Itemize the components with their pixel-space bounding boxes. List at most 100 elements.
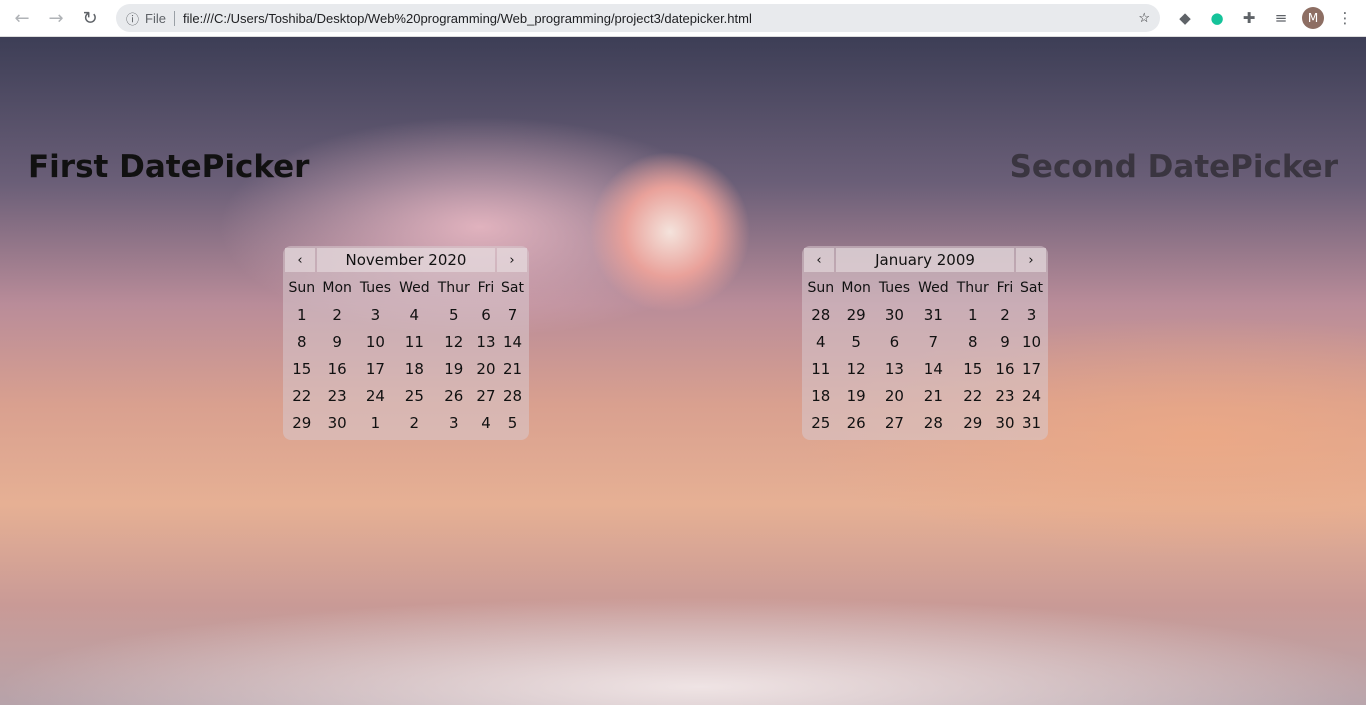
day-cell[interactable]: 12 — [838, 355, 875, 382]
day-cell[interactable]: 2 — [993, 301, 1017, 328]
url-text[interactable]: file:///C:/Users/Toshiba/Desktop/Web%20p… — [183, 11, 1138, 26]
dropbox-icon[interactable]: ◆ — [1172, 5, 1198, 31]
day-cell[interactable]: 3 — [1017, 301, 1046, 328]
day-cell[interactable]: 8 — [953, 328, 993, 355]
prev-month-button[interactable]: ‹ — [285, 248, 315, 272]
day-cell[interactable]: 27 — [474, 382, 498, 409]
day-cell[interactable]: 23 — [993, 382, 1017, 409]
week-row: 8 9 10 11 12 13 14 — [285, 328, 527, 355]
day-cell[interactable]: 29 — [953, 409, 993, 436]
weekday-label: Wed — [918, 279, 949, 296]
day-cell[interactable]: 9 — [993, 328, 1017, 355]
day-cell[interactable]: 21 — [498, 355, 527, 382]
forward-arrow-icon[interactable]: → — [42, 4, 70, 32]
day-cell[interactable]: 14 — [498, 328, 527, 355]
next-month-button[interactable]: › — [1016, 248, 1046, 272]
day-cell[interactable]: 2 — [395, 409, 433, 436]
day-cell[interactable]: 2 — [319, 301, 356, 328]
day-cell[interactable]: 26 — [434, 382, 474, 409]
extensions-puzzle-icon[interactable]: ✚ — [1236, 5, 1262, 31]
day-cell[interactable]: 16 — [319, 355, 356, 382]
day-cell[interactable]: 3 — [356, 301, 395, 328]
day-cell[interactable]: 23 — [319, 382, 356, 409]
day-cell[interactable]: 28 — [914, 409, 952, 436]
avatar[interactable]: M — [1302, 7, 1324, 29]
next-month-button[interactable]: › — [497, 248, 527, 272]
day-cell[interactable]: 30 — [319, 409, 356, 436]
weekday-label: Sat — [501, 279, 524, 296]
day-cell[interactable]: 31 — [914, 301, 952, 328]
back-arrow-icon[interactable]: ← — [8, 4, 36, 32]
star-icon[interactable]: ☆ — [1138, 10, 1150, 26]
day-cell[interactable]: 5 — [838, 328, 875, 355]
day-cell[interactable]: 10 — [1017, 328, 1046, 355]
day-cell[interactable]: 24 — [356, 382, 395, 409]
day-cell[interactable]: 1 — [285, 301, 319, 328]
day-cell[interactable]: 8 — [285, 328, 319, 355]
day-cell[interactable]: 19 — [838, 382, 875, 409]
day-cell[interactable]: 16 — [993, 355, 1017, 382]
first-datepicker-title: First DatePicker — [28, 149, 310, 185]
day-cell[interactable]: 28 — [804, 301, 838, 328]
day-cell[interactable]: 25 — [804, 409, 838, 436]
day-cell[interactable]: 3 — [434, 409, 474, 436]
day-cell[interactable]: 17 — [1017, 355, 1046, 382]
day-cell[interactable]: 31 — [1017, 409, 1046, 436]
weekday-header-row: Sun Mon Tues Wed Thur Fri Sat — [285, 274, 527, 301]
day-cell[interactable]: 22 — [285, 382, 319, 409]
day-cell[interactable]: 13 — [875, 355, 914, 382]
day-cell[interactable]: 9 — [319, 328, 356, 355]
day-cell[interactable]: 22 — [953, 382, 993, 409]
prev-month-button[interactable]: ‹ — [804, 248, 834, 272]
weekday-label: Wed — [399, 279, 430, 296]
day-cell[interactable]: 6 — [875, 328, 914, 355]
day-cell[interactable]: 11 — [804, 355, 838, 382]
day-cell[interactable]: 18 — [395, 355, 433, 382]
day-cell[interactable]: 12 — [434, 328, 474, 355]
day-cell[interactable]: 30 — [875, 301, 914, 328]
day-cell[interactable]: 29 — [838, 301, 875, 328]
day-cell[interactable]: 21 — [914, 382, 952, 409]
day-cell[interactable]: 30 — [993, 409, 1017, 436]
day-cell[interactable]: 4 — [474, 409, 498, 436]
day-cell[interactable]: 14 — [914, 355, 952, 382]
day-cell[interactable]: 4 — [804, 328, 838, 355]
weekday-label: Sat — [1020, 279, 1043, 296]
day-cell[interactable]: 28 — [498, 382, 527, 409]
day-cell[interactable]: 10 — [356, 328, 395, 355]
day-cell[interactable]: 5 — [498, 409, 527, 436]
day-cell[interactable]: 1 — [356, 409, 395, 436]
day-cell[interactable]: 20 — [474, 355, 498, 382]
day-cell[interactable]: 19 — [434, 355, 474, 382]
day-cell[interactable]: 4 — [395, 301, 433, 328]
datepicker-1: ‹ November 2020 › Sun Mon Tues Wed Thur Fri Sat 1 2… — [283, 246, 529, 440]
grammarly-icon[interactable]: ● — [1204, 5, 1230, 31]
day-cell[interactable]: 15 — [953, 355, 993, 382]
day-cell[interactable]: 24 — [1017, 382, 1046, 409]
weekday-label: Tues — [878, 279, 911, 296]
day-cell[interactable]: 25 — [395, 382, 433, 409]
day-cell[interactable]: 7 — [498, 301, 527, 328]
address-bar[interactable]: ⓘ File file:///C:/Users/Toshiba/Desktop/… — [116, 4, 1160, 32]
day-cell[interactable]: 6 — [474, 301, 498, 328]
day-cell[interactable]: 15 — [285, 355, 319, 382]
day-cell[interactable]: 26 — [838, 409, 875, 436]
weekday-label: Fri — [996, 279, 1014, 296]
week-row: 22 23 24 25 26 27 28 — [285, 382, 527, 409]
media-queue-icon[interactable]: ≡ — [1268, 5, 1294, 31]
reload-icon[interactable]: ↻ — [76, 4, 104, 32]
info-icon[interactable]: ⓘ — [126, 9, 139, 28]
weekday-label: Sun — [807, 279, 835, 296]
day-cell[interactable]: 5 — [434, 301, 474, 328]
day-cell[interactable]: 7 — [914, 328, 952, 355]
day-cell[interactable]: 13 — [474, 328, 498, 355]
day-cell[interactable]: 27 — [875, 409, 914, 436]
day-cell[interactable]: 20 — [875, 382, 914, 409]
day-cell[interactable]: 18 — [804, 382, 838, 409]
day-cell[interactable]: 29 — [285, 409, 319, 436]
day-cell[interactable]: 1 — [953, 301, 993, 328]
day-cell[interactable]: 17 — [356, 355, 395, 382]
week-row: 28 29 30 31 1 2 3 — [804, 301, 1046, 328]
more-menu-icon[interactable]: ⋮ — [1332, 5, 1358, 31]
day-cell[interactable]: 11 — [395, 328, 433, 355]
